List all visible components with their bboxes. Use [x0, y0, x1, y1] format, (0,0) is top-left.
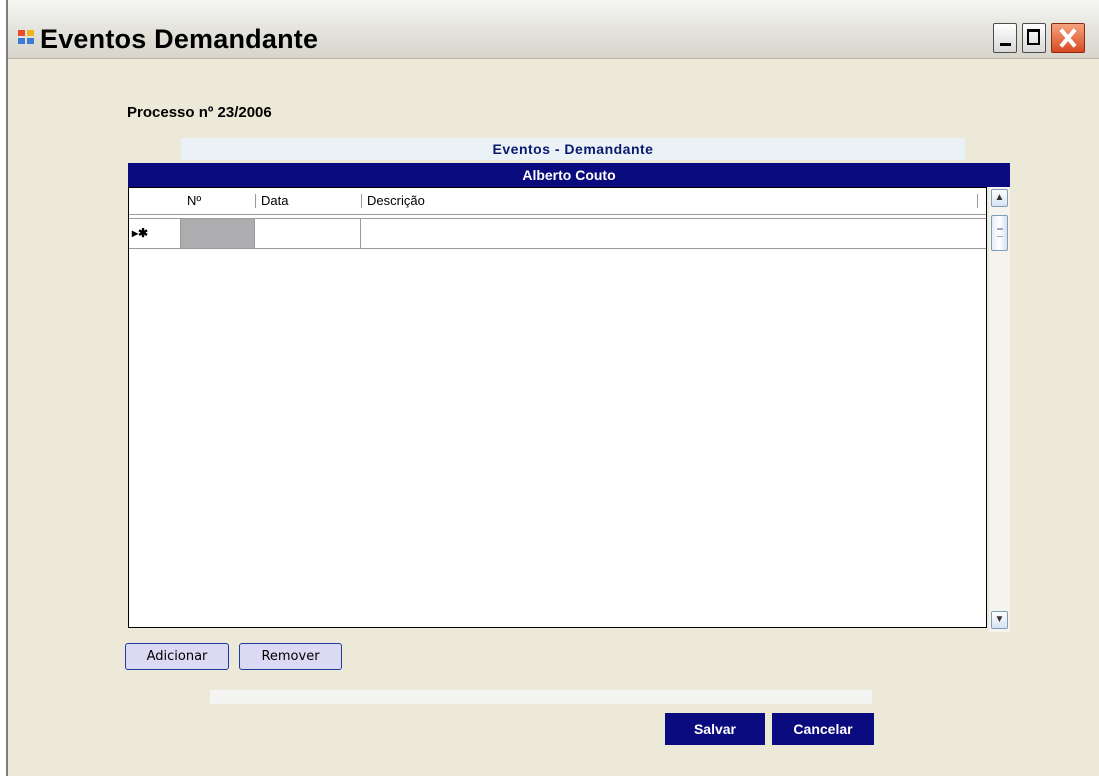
grid-title: Alberto Couto	[128, 163, 1010, 187]
column-header-description[interactable]: Descrição	[361, 188, 971, 214]
close-icon[interactable]	[1051, 23, 1085, 53]
row-selector[interactable]: ▸✱	[129, 219, 181, 248]
cell-date[interactable]	[255, 219, 361, 248]
add-button[interactable]: Adicionar	[125, 643, 229, 670]
process-number-label: Processo nº 23/2006	[127, 104, 272, 121]
section-header: Eventos - Demandante	[181, 138, 965, 160]
status-strip	[210, 690, 872, 704]
scroll-thumb[interactable]	[991, 215, 1008, 251]
column-divider	[977, 194, 978, 208]
app-icon	[18, 30, 34, 44]
cell-description[interactable]	[361, 219, 984, 248]
cancel-button[interactable]: Cancelar	[772, 713, 874, 745]
title-bar[interactable]: Eventos Demandante	[8, 0, 1099, 59]
remove-button[interactable]: Remover	[239, 643, 342, 670]
new-row-marker-icon: ▸✱	[132, 226, 149, 240]
column-header-date[interactable]: Data	[255, 188, 361, 214]
save-button[interactable]: Salvar	[665, 713, 765, 745]
events-grid[interactable]: Nº Data Descrição ▸✱	[128, 187, 987, 628]
new-row[interactable]: ▸✱	[129, 218, 986, 249]
column-header-number[interactable]: Nº	[181, 188, 255, 214]
minimize-icon[interactable]	[993, 23, 1017, 53]
cell-number[interactable]	[181, 219, 255, 248]
vertical-scrollbar[interactable]: ▲ ▼	[989, 187, 1010, 632]
maximize-icon[interactable]	[1022, 23, 1046, 53]
grid-header: Nº Data Descrição	[129, 188, 986, 215]
scroll-down-icon[interactable]: ▼	[991, 611, 1008, 629]
scroll-up-icon[interactable]: ▲	[991, 189, 1008, 207]
window-title: Eventos Demandante	[40, 24, 319, 54]
